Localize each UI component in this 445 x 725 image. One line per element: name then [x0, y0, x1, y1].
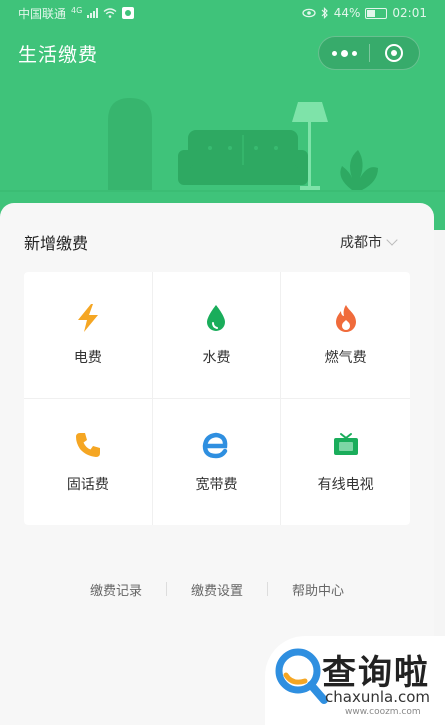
- service-grid: 电费 水费 燃气费 固话费 宽带费 有线电视: [24, 272, 410, 525]
- header-banner: 中国联通 4G 44% 02:01 生活缴费: [0, 0, 445, 230]
- broadband-e-icon: [201, 430, 231, 460]
- city-selector[interactable]: 成都市: [340, 232, 398, 252]
- bluetooth-icon: [321, 7, 328, 19]
- phone-icon: [73, 430, 103, 460]
- more-options-icon[interactable]: [319, 36, 369, 70]
- payment-records-link[interactable]: 缴费记录: [66, 580, 166, 599]
- service-label: 有线电视: [317, 476, 374, 493]
- service-label: 燃气费: [324, 349, 367, 366]
- close-miniprogram-icon[interactable]: [370, 36, 419, 70]
- app-badge-icon: [122, 7, 135, 19]
- battery-icon: [365, 7, 388, 19]
- wifi-icon: [103, 8, 117, 18]
- page-title: 生活缴费: [18, 44, 99, 66]
- signal-icon: [87, 8, 99, 18]
- flame-icon: [331, 303, 361, 333]
- payment-settings-link[interactable]: 缴费设置: [167, 580, 267, 599]
- service-electricity[interactable]: 电费: [24, 272, 153, 399]
- miniprogram-capsule: [318, 36, 420, 70]
- service-label: 固话费: [66, 476, 109, 493]
- service-broadband[interactable]: 宽带费: [153, 398, 282, 525]
- chevron-down-icon: [386, 234, 398, 246]
- network-type-label: 4G: [71, 5, 83, 15]
- water-drop-icon: [201, 303, 231, 333]
- watermark-text: 查询啦: [322, 653, 430, 693]
- service-label: 电费: [73, 349, 102, 366]
- clock-time: 02:01: [392, 6, 427, 20]
- eye-icon: [302, 8, 316, 18]
- service-label: 宽带费: [195, 476, 238, 493]
- tv-icon: [331, 430, 361, 460]
- watermark-small-text: www.coozm.com: [345, 707, 421, 717]
- city-label: 成都市: [340, 235, 382, 251]
- lightning-icon: [73, 303, 103, 333]
- carrier-label: 中国联通: [18, 6, 67, 21]
- section-title: 新增缴费: [24, 234, 89, 253]
- service-water[interactable]: 水费: [152, 272, 282, 399]
- watermark-domain: chaxunla.com: [325, 688, 430, 706]
- battery-percent: 44%: [333, 6, 361, 20]
- help-center-link[interactable]: 帮助中心: [268, 580, 368, 599]
- service-landline[interactable]: 固话费: [24, 398, 153, 525]
- service-cable-tv[interactable]: 有线电视: [281, 399, 410, 526]
- status-bar: 中国联通 4G 44% 02:01: [0, 0, 445, 26]
- footer-links: 缴费记录 缴费设置 帮助中心: [0, 578, 434, 600]
- service-label: 水费: [202, 349, 231, 366]
- service-gas[interactable]: 燃气费: [281, 272, 410, 399]
